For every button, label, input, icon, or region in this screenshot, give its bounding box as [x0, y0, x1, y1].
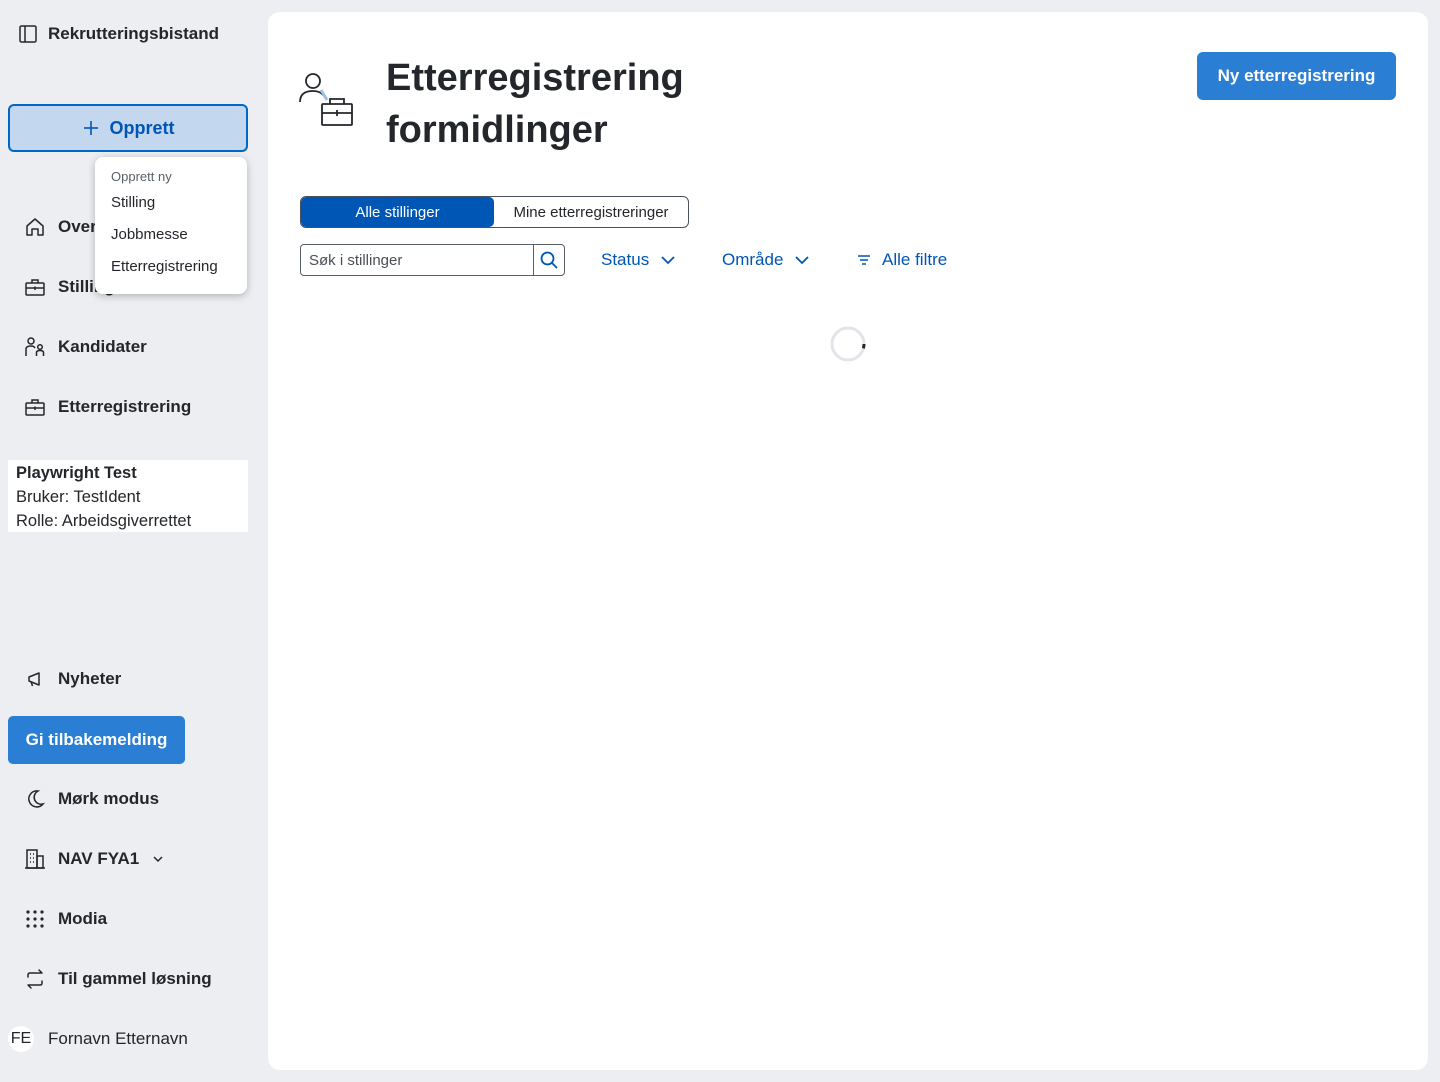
- sidebar-panel-icon[interactable]: [18, 24, 38, 44]
- dropdown-header: Opprett ny: [111, 169, 172, 184]
- search-icon: [539, 250, 559, 270]
- sidebar-item-nyheter[interactable]: Nyheter: [24, 664, 121, 694]
- search-button[interactable]: [533, 245, 564, 275]
- feedback-button[interactable]: Gi tilbakemelding: [8, 716, 185, 764]
- briefcase-icon: [24, 276, 46, 298]
- chevron-down-icon: [793, 251, 811, 269]
- chevron-down-icon: [659, 251, 677, 269]
- people-icon: [24, 336, 46, 358]
- page-title: Etterregistrering formidlinger: [386, 57, 684, 151]
- sidebar-item-label: Kandidater: [58, 337, 147, 356]
- office-selector[interactable]: NAV FYA1: [24, 844, 165, 874]
- sidebar-item-kandidater[interactable]: Kandidater: [24, 332, 147, 362]
- brand-title[interactable]: Rekrutteringsbistand: [48, 24, 219, 44]
- dropdown-option-etterregistrering[interactable]: Etterregistrering: [95, 251, 247, 283]
- sidebar-item-label: Til gammel løsning: [58, 969, 212, 988]
- tab-alle-stillinger[interactable]: Alle stillinger: [301, 197, 494, 227]
- grid-dots-icon: [24, 908, 46, 930]
- area-filter-label: Område: [722, 250, 784, 269]
- status-filter[interactable]: Status: [601, 244, 677, 276]
- dark-mode-toggle[interactable]: Mørk modus: [24, 784, 159, 814]
- user-full-name: Fornavn Etternavn: [48, 1029, 188, 1048]
- sidebar-item-label: Etterregistrering: [58, 397, 192, 416]
- briefcase-icon: [24, 396, 46, 418]
- filter-lines-icon: [856, 252, 872, 268]
- create-dropdown-menu: Opprett ny Stilling Jobbmesse Etterregis…: [95, 157, 247, 294]
- moon-icon: [24, 788, 46, 810]
- megaphone-icon: [24, 668, 46, 690]
- buildings-icon: [24, 848, 46, 870]
- main-panel: Etterregistrering formidlinger Ny etterr…: [268, 12, 1428, 1070]
- new-registration-button[interactable]: Ny etterregistrering: [1197, 52, 1396, 100]
- spinner-icon: [830, 326, 866, 362]
- tab-mine-etterregistreringer[interactable]: Mine etterregistreringer: [494, 197, 688, 227]
- tab-toggle: Alle stillinger Mine etterregistreringer: [300, 196, 689, 228]
- dropdown-option-stilling[interactable]: Stilling: [95, 187, 247, 219]
- user-menu[interactable]: FE Fornavn Etternavn: [8, 1026, 188, 1052]
- all-filters-button[interactable]: Alle filtre: [856, 244, 947, 276]
- person-briefcase-icon: [298, 70, 358, 130]
- sidebar-item-label: Modia: [58, 909, 108, 928]
- sidebar-item-label: Nyheter: [58, 669, 122, 688]
- user-info-card: Playwright Test Bruker: TestIdent Rolle:…: [8, 460, 248, 532]
- user-card-user: Bruker: TestIdent: [16, 488, 141, 506]
- search-box: [300, 244, 565, 276]
- avatar: FE: [8, 1026, 34, 1052]
- create-button[interactable]: Opprett: [8, 104, 248, 152]
- user-card-name: Playwright Test: [16, 464, 137, 482]
- search-input[interactable]: [301, 245, 533, 275]
- user-card-role: Rolle: Arbeidsgiverrettet: [16, 512, 192, 530]
- sidebar-item-modia[interactable]: Modia: [24, 904, 107, 934]
- brand-link[interactable]: Rekrutteringsbistand: [18, 24, 219, 44]
- all-filters-label: Alle filtre: [882, 250, 948, 269]
- area-filter[interactable]: Område: [722, 244, 811, 276]
- dropdown-option-jobbmesse[interactable]: Jobbmesse: [95, 219, 247, 251]
- sidebar-item-label: NAV FYA1: [58, 849, 140, 868]
- create-button-label: Opprett: [109, 117, 175, 138]
- status-filter-label: Status: [601, 250, 650, 269]
- house-icon: [24, 216, 46, 238]
- sidebar-item-label: Mørk modus: [58, 789, 160, 808]
- plus-icon: [82, 119, 100, 137]
- sidebar-item-etterregistrering[interactable]: Etterregistrering: [24, 392, 191, 422]
- arrows-circle-icon: [24, 968, 46, 990]
- chevron-down-icon: [151, 852, 165, 866]
- sidebar-item-old-solution[interactable]: Til gammel løsning: [24, 964, 212, 994]
